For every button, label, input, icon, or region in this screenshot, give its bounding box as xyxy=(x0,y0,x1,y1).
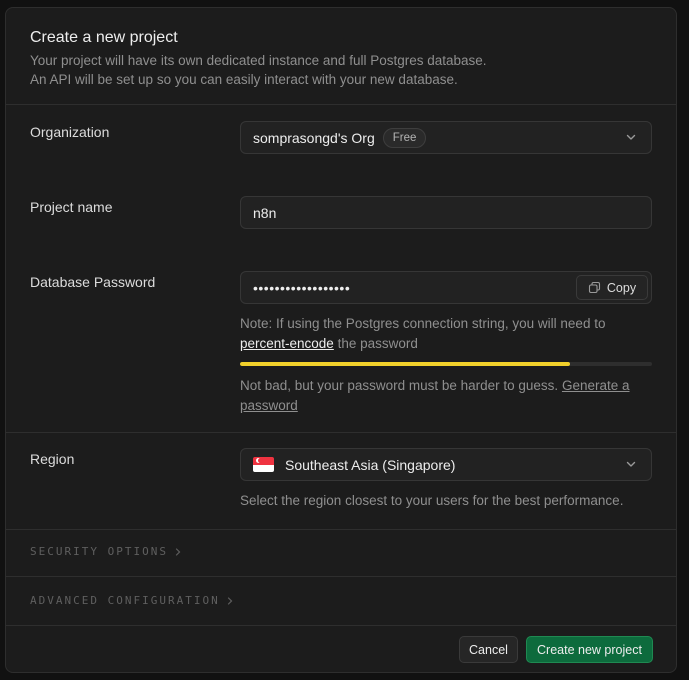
copy-icon xyxy=(588,281,600,294)
region-label: Region xyxy=(30,451,75,467)
chevron-right-icon xyxy=(175,547,181,556)
region-value: Southeast Asia (Singapore) xyxy=(285,456,456,473)
dialog-description-line-1: Your project will have its own dedicated… xyxy=(30,53,487,68)
dialog-description-line-2: An API will be set up so you can easily … xyxy=(30,72,458,87)
divider xyxy=(6,432,676,433)
page-title: Create a new project xyxy=(30,29,178,46)
create-new-project-button[interactable]: Create new project xyxy=(526,636,653,663)
divider xyxy=(6,625,676,626)
organization-name: somprasongd's Org xyxy=(253,129,375,146)
plan-badge: Free xyxy=(382,127,427,148)
advanced-configuration-label: ADVANCED CONFIGURATION xyxy=(30,594,220,607)
region-hint: Select the region closest to your users … xyxy=(240,493,624,508)
copy-button-label: Copy xyxy=(606,280,637,295)
password-note-prefix: Note: If using the Postgres connection s… xyxy=(240,316,606,331)
database-password-label: Database Password xyxy=(30,274,156,290)
organization-select[interactable]: somprasongd's Org Free xyxy=(240,121,652,154)
security-options-toggle[interactable]: SECURITY OPTIONS xyxy=(30,545,182,558)
password-strength-message: Not bad, but your password must be harde… xyxy=(240,376,655,416)
project-name-value: n8n xyxy=(253,204,277,221)
dialog-header: Create a new project Your project will h… xyxy=(6,8,676,105)
project-name-input[interactable]: n8n xyxy=(240,196,652,229)
cancel-button[interactable]: Cancel xyxy=(459,636,518,663)
region-select[interactable]: Southeast Asia (Singapore) xyxy=(240,448,652,481)
password-note-suffix: the password xyxy=(337,336,418,351)
advanced-configuration-toggle[interactable]: ADVANCED CONFIGURATION xyxy=(30,594,234,607)
chevron-down-icon xyxy=(626,134,636,140)
copy-password-button[interactable]: Copy xyxy=(576,275,648,300)
chevron-right-icon xyxy=(227,596,233,605)
singapore-flag-icon xyxy=(253,457,274,472)
chevron-down-icon xyxy=(626,461,636,467)
create-project-dialog: Create a new project Your project will h… xyxy=(5,7,677,673)
password-note: Note: If using the Postgres connection s… xyxy=(240,314,655,354)
password-masked-value: •••••••••••••••••• xyxy=(253,279,351,296)
strength-message-text: Not bad, but your password must be harde… xyxy=(240,378,559,393)
divider xyxy=(6,576,676,577)
password-strength-meter xyxy=(240,362,652,366)
divider xyxy=(6,529,676,530)
database-password-input[interactable]: •••••••••••••••••• Copy xyxy=(240,271,652,304)
percent-encode-link[interactable]: percent-encode xyxy=(240,336,334,351)
security-options-label: SECURITY OPTIONS xyxy=(30,545,168,558)
password-strength-fill xyxy=(240,362,570,366)
organization-label: Organization xyxy=(30,124,110,140)
project-name-label: Project name xyxy=(30,199,113,215)
